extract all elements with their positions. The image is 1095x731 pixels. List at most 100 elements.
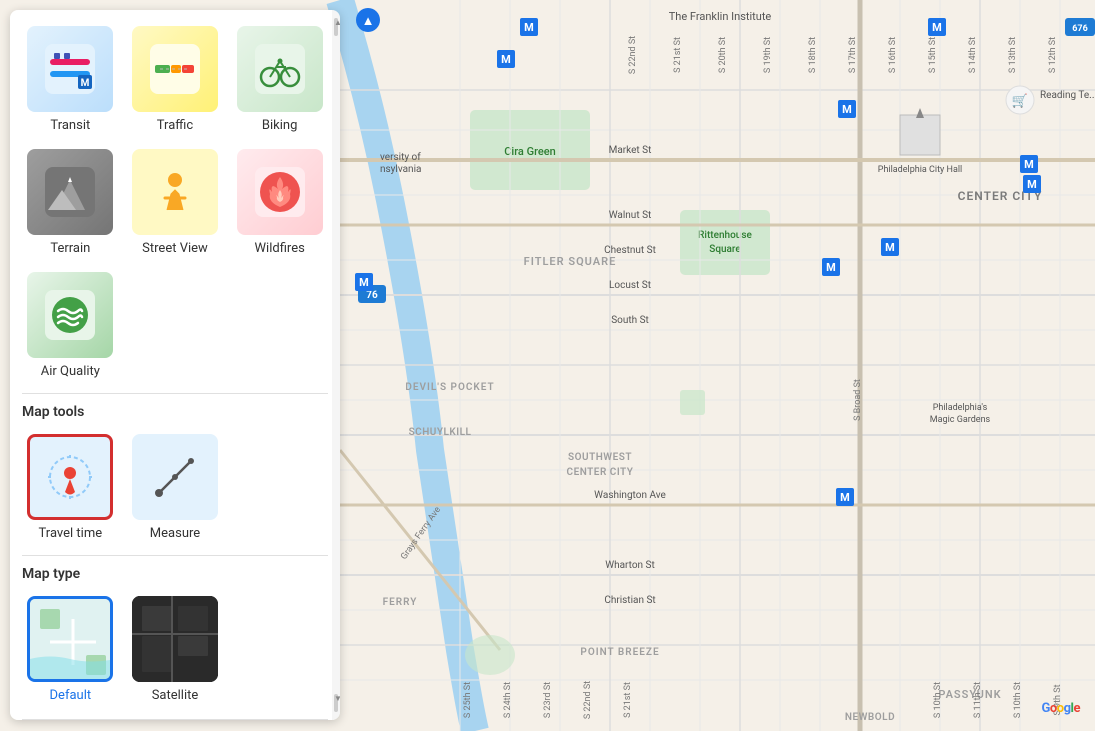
map-type-divider (22, 719, 328, 720)
svg-text:Rittenhouse: Rittenhouse (698, 230, 752, 241)
svg-text:S 20th St: S 20th St (718, 37, 728, 73)
layers-divider (22, 393, 328, 394)
svg-text:S 22nd St: S 22nd St (583, 681, 593, 719)
svg-text:S 15th St: S 15th St (928, 37, 938, 73)
svg-text:Christian St: Christian St (604, 595, 655, 606)
tool-measure[interactable]: Measure (127, 430, 224, 545)
google-logo-e: e (1073, 701, 1080, 716)
svg-text:Wharton St: Wharton St (605, 560, 655, 571)
scroll-up-btn[interactable]: ▲ (334, 18, 338, 36)
svg-text:NEWBOLD: NEWBOLD (845, 712, 895, 723)
tools-grid: Travel time Measure (22, 430, 328, 545)
map-type-default[interactable]: Default (22, 592, 119, 707)
svg-text:versity of: versity of (380, 151, 421, 163)
layer-biking-label: Biking (262, 118, 298, 133)
map-type-default-label: Default (50, 688, 92, 703)
svg-text:S 14th St: S 14th St (968, 37, 978, 73)
svg-text:▲: ▲ (362, 14, 375, 29)
svg-text:S 21st St: S 21st St (673, 37, 683, 73)
svg-text:S 25th St: S 25th St (463, 682, 473, 718)
svg-text:S 10th St: S 10th St (933, 682, 943, 718)
layer-air-quality-label: Air Quality (41, 364, 100, 379)
map-type-title: Map type (22, 566, 328, 582)
svg-text:FERRY: FERRY (383, 597, 418, 608)
svg-text:Walnut St: Walnut St (609, 210, 652, 221)
svg-text:S 18th St: S 18th St (808, 37, 818, 73)
svg-text:M: M (1027, 178, 1037, 191)
svg-text:S 21st St: S 21st St (623, 682, 633, 718)
map-tools-section: Map tools (22, 404, 328, 545)
svg-text:S 17th St: S 17th St (848, 37, 858, 73)
svg-text:S 23rd St: S 23rd St (543, 682, 553, 718)
layer-air-quality[interactable]: Air Quality (22, 268, 119, 383)
google-logo-o1: o (1050, 701, 1057, 716)
map-type-satellite-label: Satellite (152, 688, 199, 703)
svg-text:SCHUYLKILL: SCHUYLKILL (409, 427, 472, 438)
svg-text:The Franklin Institute: The Franklin Institute (669, 10, 772, 23)
svg-text:M: M (826, 261, 836, 274)
svg-text:Magic Gardens: Magic Gardens (930, 415, 991, 425)
map-type-satellite[interactable]: Satellite (127, 592, 224, 707)
svg-text:SOUTHWEST: SOUTHWEST (568, 452, 632, 463)
tools-divider (22, 555, 328, 556)
svg-text:M: M (885, 241, 895, 254)
svg-text:Washington Ave: Washington Ave (594, 490, 666, 501)
layer-transit[interactable]: M Transit (22, 22, 119, 137)
svg-text:FITLER SQUARE: FITLER SQUARE (524, 255, 617, 268)
map-type-section: Map type (22, 566, 328, 707)
svg-text:M: M (359, 276, 369, 289)
svg-text:South St: South St (611, 315, 649, 326)
layer-wildfires[interactable]: Wildfires (231, 145, 328, 260)
svg-text:🛒: 🛒 (1012, 93, 1028, 109)
svg-text:Reading Te...: Reading Te... (1040, 90, 1095, 101)
tool-travel-time[interactable]: Travel time (22, 430, 119, 545)
scroll-down-btn[interactable]: ▼ (334, 694, 338, 712)
layer-terrain[interactable]: Terrain (22, 145, 119, 260)
svg-text:76: 76 (366, 290, 378, 301)
svg-text:M: M (842, 103, 852, 116)
layer-transit-label: Transit (50, 118, 90, 133)
svg-text:Square: Square (709, 244, 741, 255)
svg-text:M: M (81, 78, 90, 89)
svg-text:676: 676 (1072, 24, 1088, 34)
svg-text:S 16th St: S 16th St (888, 37, 898, 73)
google-logo: Google (1042, 701, 1080, 716)
layer-biking[interactable]: Biking (231, 22, 328, 137)
svg-text:CENTER CITY: CENTER CITY (567, 467, 634, 478)
layer-terrain-label: Terrain (50, 241, 90, 256)
layer-street-view-label: Street View (142, 241, 208, 256)
layer-traffic-label: Traffic (157, 118, 193, 133)
google-logo-g2: g (1064, 701, 1071, 716)
svg-text:Philadelphia City Hall: Philadelphia City Hall (878, 165, 962, 175)
map-tools-title: Map tools (22, 404, 328, 420)
layers-grid: M Transit Traffic (22, 22, 328, 383)
svg-text:Chestnut St: Chestnut St (604, 245, 656, 256)
svg-text:S 19th St: S 19th St (763, 37, 773, 73)
svg-text:M: M (932, 21, 942, 34)
map-type-grid: Default (22, 592, 328, 707)
svg-text:S 11th St: S 11th St (973, 682, 983, 718)
svg-text:M: M (840, 491, 850, 504)
google-logo-g: G (1042, 701, 1050, 716)
layer-traffic[interactable]: Traffic (127, 22, 224, 137)
svg-text:nsylvania: nsylvania (380, 164, 421, 175)
side-panel: ▲ ▼ M Transit (10, 10, 340, 720)
layer-wildfires-label: Wildfires (255, 241, 305, 256)
svg-text:S 13th St: S 13th St (1008, 37, 1018, 73)
svg-text:Cira Green: Cira Green (504, 145, 556, 158)
svg-text:DEVIL'S POCKET: DEVIL'S POCKET (405, 382, 494, 393)
svg-text:S 10th St: S 10th St (1013, 682, 1023, 718)
svg-text:Locust St: Locust St (609, 280, 651, 291)
svg-text:Philadelphia's: Philadelphia's (933, 403, 988, 413)
tool-measure-label: Measure (150, 526, 200, 541)
svg-text:S 22nd St: S 22nd St (628, 36, 638, 74)
svg-text:M: M (1024, 158, 1034, 171)
svg-text:Market St: Market St (609, 145, 652, 156)
svg-text:M: M (501, 53, 511, 66)
svg-text:M: M (524, 21, 534, 34)
layer-street-view[interactable]: Street View (127, 145, 224, 260)
svg-text:S 12th St: S 12th St (1048, 37, 1058, 73)
svg-text:POINT BREEZE: POINT BREEZE (580, 647, 659, 658)
tool-travel-time-label: Travel time (39, 526, 103, 541)
svg-text:S 24th St: S 24th St (503, 682, 513, 718)
